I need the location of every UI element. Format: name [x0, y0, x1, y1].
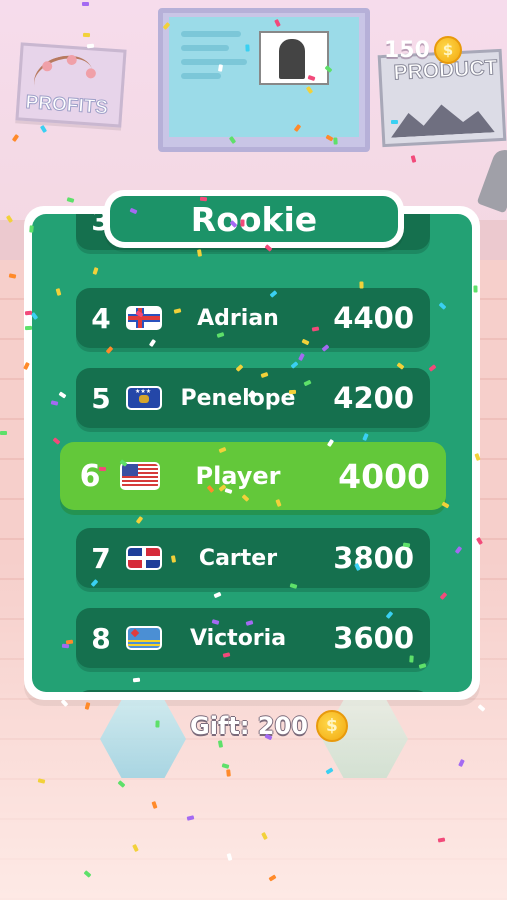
row-rank: 6: [79, 458, 101, 494]
leaderboard-row-partial: [76, 690, 430, 692]
confetti-piece: [29, 225, 34, 233]
row-score: 4000: [338, 456, 430, 496]
confetti-piece: [359, 281, 364, 289]
leaderboard-row: 8 Victoria 3600: [76, 608, 430, 668]
row-rank: 7: [91, 541, 111, 575]
gift-label: Gift: 200: [190, 712, 308, 740]
confetti-piece: [132, 677, 141, 683]
usa-flag-icon: [120, 462, 160, 490]
monitor-screen: [169, 17, 359, 137]
profits-poster: PROFITS: [15, 42, 127, 128]
monitor-photo: [259, 31, 329, 85]
confetti-piece: [61, 643, 70, 649]
row-name: Carter: [198, 545, 278, 571]
row-name: Player: [195, 462, 281, 490]
confetti-piece: [0, 431, 7, 435]
kosovo-flag-icon: ★★★: [126, 386, 162, 410]
row-rank: 4: [91, 301, 111, 335]
confetti-piece: [199, 196, 208, 202]
confetti-piece: [473, 285, 478, 293]
faroe-islands-flag-icon: [126, 306, 162, 330]
aruba-flag-icon: [126, 626, 162, 650]
confetti-piece: [288, 389, 297, 395]
confetti-piece: [24, 310, 33, 316]
coin-count: 150: [384, 37, 430, 63]
leaderboard-row: 7 Carter 3800: [76, 528, 430, 588]
row-rank: 5: [91, 381, 111, 415]
row-rank: 8: [91, 621, 111, 655]
confetti-piece: [86, 43, 95, 49]
confetti-piece: [81, 1, 90, 7]
row-score: 3800: [333, 541, 414, 575]
confetti-piece: [24, 325, 33, 331]
screen-line: [181, 45, 229, 51]
leaderboard-row: 5 ★★★ Penelope 4200: [76, 368, 430, 428]
confetti-piece: [226, 769, 231, 777]
poster-left-text: PROFITS: [24, 91, 109, 119]
screen-line: [181, 31, 241, 37]
dominican-republic-flag-icon: [126, 546, 162, 570]
leaderboard-row-player: 6 Player 4000: [60, 442, 446, 510]
mountain-graphic: [389, 98, 495, 137]
coin-icon: $: [433, 36, 462, 64]
league-title: Rookie: [110, 196, 398, 242]
wall-monitor: [158, 8, 370, 152]
leaderboard-panel: 3 4 Adrian 4400 5 ★★★ Penelope 4200 6 Pl…: [24, 206, 480, 700]
confetti-piece: [155, 720, 160, 728]
coin-icon: $: [315, 710, 348, 742]
confetti-piece: [409, 655, 414, 663]
row-score: 4200: [333, 381, 414, 415]
row-score: 3600: [333, 621, 414, 655]
screen-line: [181, 73, 221, 79]
screen-line: [181, 59, 247, 65]
confetti-piece: [65, 639, 74, 645]
confetti-piece: [391, 120, 398, 124]
confetti-piece: [240, 219, 245, 227]
row-name: Adrian: [197, 305, 279, 331]
row-score: 4400: [333, 301, 414, 335]
confetti-piece: [333, 137, 338, 145]
confetti-piece: [98, 466, 107, 472]
row-name: Penelope: [180, 385, 296, 411]
leaderboard-row: 4 Adrian 4400: [76, 288, 430, 348]
league-title-banner: Rookie: [104, 190, 404, 248]
confetti-piece: [82, 32, 91, 38]
row-name: Victoria: [189, 625, 287, 651]
confetti-piece: [245, 44, 250, 52]
coin-counter: 150 $: [384, 34, 462, 66]
